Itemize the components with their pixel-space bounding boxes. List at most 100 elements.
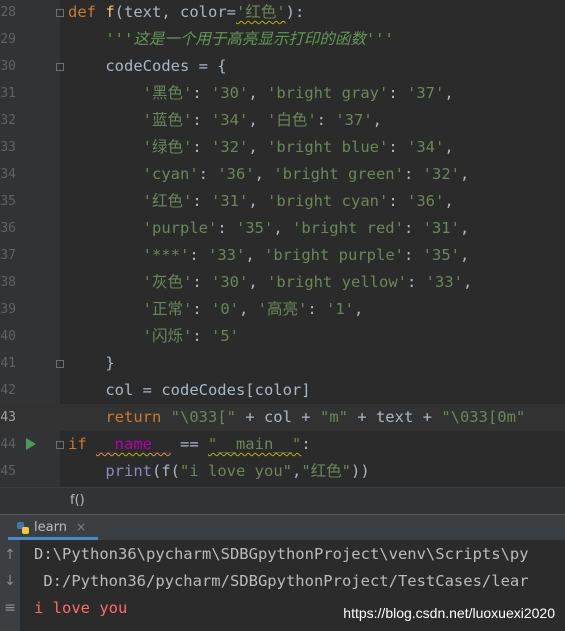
- code-line[interactable]: 37 '***': '33', 'bright purple': '35',: [0, 242, 565, 269]
- code-line[interactable]: 36 'purple': '35', 'bright red': '31',: [0, 215, 565, 242]
- code-text[interactable]: return "\033[" + col + "m" + text + "\03…: [68, 404, 525, 431]
- code-line[interactable]: 43 return "\033[" + col + "m" + text + "…: [0, 404, 565, 431]
- code-token: print: [105, 462, 152, 480]
- code-line[interactable]: 35 '红色': '31', 'bright cyan': '36',: [0, 188, 565, 215]
- code-line[interactable]: 39 '正常': '0', '高亮': '1',: [0, 296, 565, 323]
- fold-marker-icon[interactable]: [56, 441, 64, 449]
- console-toolbar: ↑ ↓ ≡: [0, 540, 20, 631]
- code-text[interactable]: '***': '33', 'bright purple': '35',: [68, 242, 470, 269]
- line-number[interactable]: 29: [0, 26, 16, 53]
- code-text[interactable]: codeCodes = {: [68, 53, 226, 80]
- code-token: 'cyan': [142, 165, 199, 183]
- line-number[interactable]: 39: [0, 296, 16, 323]
- breadcrumb[interactable]: f(): [0, 487, 565, 514]
- code-editor[interactable]: 28 def f(text, color='红色'): 29 '''这是一个用于高亮…: [0, 0, 565, 487]
- code-line[interactable]: 29 '''这是一个用于高亮显示打印的函数''': [0, 26, 565, 53]
- code-line[interactable]: 38 '灰色': '30', 'bright yellow': '33',: [0, 269, 565, 296]
- code-line[interactable]: 31 '黑色': '30', 'bright gray': '37',: [0, 80, 565, 107]
- line-number[interactable]: 36: [0, 215, 16, 242]
- code-token: 'bright yellow': [267, 273, 407, 291]
- code-text[interactable]: '灰色': '30', 'bright yellow': '33',: [68, 269, 473, 296]
- code-token: ,: [245, 246, 264, 264]
- breadcrumb-function[interactable]: f(): [70, 488, 85, 514]
- code-token: col = codeCodes[color]: [68, 381, 311, 399]
- code-line[interactable]: 44 if __name__ == "__main__":: [0, 431, 565, 458]
- code-line[interactable]: 40 '闪烁': '5': [0, 323, 565, 350]
- code-token: '灰色': [142, 273, 193, 291]
- line-number[interactable]: 43: [0, 404, 16, 431]
- run-console[interactable]: ↑ ↓ ≡ D:\Python36\pycharm\SDBGpythonProj…: [0, 540, 565, 631]
- fold-marker-icon[interactable]: [56, 9, 64, 17]
- code-text[interactable]: '绿色': '32', 'bright blue': '34',: [68, 134, 454, 161]
- code-line[interactable]: 34 'cyan': '36', 'bright green': '32',: [0, 161, 565, 188]
- code-token: '蓝色': [142, 111, 193, 129]
- code-token: :: [388, 84, 407, 102]
- line-number[interactable]: 42: [0, 377, 16, 404]
- line-number[interactable]: 28: [0, 0, 16, 26]
- code-line[interactable]: 42 col = codeCodes[color]: [0, 377, 565, 404]
- code-text[interactable]: 'purple': '35', 'bright red': '31',: [68, 215, 470, 242]
- code-text[interactable]: '正常': '0', '高亮': '1',: [68, 296, 364, 323]
- code-line[interactable]: 30 codeCodes = {: [0, 53, 565, 80]
- code-token: '33': [208, 246, 246, 264]
- line-number[interactable]: 33: [0, 134, 16, 161]
- line-number[interactable]: 44: [0, 431, 16, 458]
- code-token: :: [192, 138, 211, 156]
- line-number[interactable]: 38: [0, 269, 16, 296]
- line-number[interactable]: 45: [0, 458, 16, 485]
- code-text[interactable]: '闪烁': '5': [68, 323, 239, 350]
- code-line[interactable]: 28 def f(text, color='红色'):: [0, 0, 565, 26]
- code-token: 'bright green': [273, 165, 404, 183]
- code-text[interactable]: col = codeCodes[color]: [68, 377, 311, 404]
- code-text[interactable]: }: [68, 350, 115, 377]
- tab-learn[interactable]: learn ×: [8, 515, 98, 540]
- console-line: D:\Python36\pycharm\SDBGpythonProject\ve…: [34, 545, 529, 563]
- code-text[interactable]: '黑色': '30', 'bright gray': '37',: [68, 80, 454, 107]
- code-line[interactable]: 45 print(f("i love you","红色")): [0, 458, 565, 485]
- code-text[interactable]: print(f("i love you","红色")): [68, 458, 369, 485]
- code-text[interactable]: '蓝色': '34', '白色': '37',: [68, 107, 382, 134]
- scroll-down-icon[interactable]: ↓: [0, 570, 20, 592]
- code-text[interactable]: '''这是一个用于高亮显示打印的函数''': [68, 26, 394, 53]
- console-line: i love you: [34, 599, 128, 617]
- code-token: '37': [407, 84, 445, 102]
- line-number[interactable]: 35: [0, 188, 16, 215]
- line-number[interactable]: 31: [0, 80, 16, 107]
- fold-marker-icon[interactable]: [56, 360, 64, 368]
- code-text[interactable]: def f(text, color='红色'):: [68, 0, 304, 26]
- code-token: '34': [211, 111, 249, 129]
- code-token: __name__: [96, 435, 171, 453]
- scroll-up-icon[interactable]: ↑: [0, 544, 20, 566]
- line-number[interactable]: 34: [0, 161, 16, 188]
- watermark: https://blog.csdn.net/luoxuexi2020: [343, 605, 555, 621]
- run-gutter-icon[interactable]: [26, 438, 36, 450]
- code-token: (text, color=: [114, 3, 236, 21]
- fold-marker-icon[interactable]: [56, 63, 64, 71]
- code-text[interactable]: if __name__ == "__main__":: [68, 431, 311, 458]
- code-line[interactable]: 33 '绿色': '32', 'bright blue': '34',: [0, 134, 565, 161]
- code-token: }: [68, 354, 115, 372]
- code-token: 'bright cyan': [267, 192, 389, 210]
- code-token: + text +: [347, 408, 442, 426]
- code-line[interactable]: 41 }: [0, 350, 565, 377]
- line-number[interactable]: 41: [0, 350, 16, 377]
- code-text[interactable]: 'cyan': '36', 'bright green': '32',: [68, 161, 470, 188]
- code-token: :: [406, 273, 426, 291]
- line-number[interactable]: 32: [0, 107, 16, 134]
- code-token: '32': [211, 138, 249, 156]
- soft-wrap-icon[interactable]: ≡: [0, 597, 20, 619]
- line-number[interactable]: 37: [0, 242, 16, 269]
- code-line[interactable]: 32 '蓝色': '34', '白色': '37',: [0, 107, 565, 134]
- code-token: "m": [319, 408, 348, 426]
- code-token: :: [301, 435, 311, 453]
- code-text[interactable]: '红色': '31', 'bright cyan': '36',: [68, 188, 454, 215]
- line-number[interactable]: 40: [0, 323, 16, 350]
- code-token: '37': [335, 111, 373, 129]
- line-number[interactable]: 30: [0, 53, 16, 80]
- code-token: '1': [326, 300, 355, 318]
